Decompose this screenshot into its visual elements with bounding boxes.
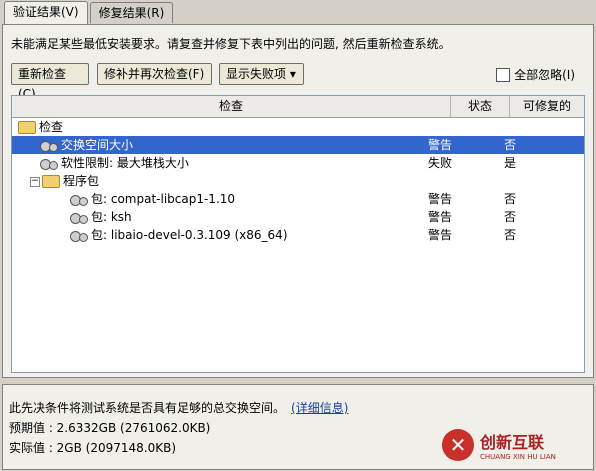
row-name-cell: 检查 xyxy=(18,118,63,136)
ignore-all-checkbox[interactable]: 全部忽略(I) xyxy=(496,66,575,83)
description-text: 此先决条件将测试系统是否具有足够的总交换空间。 xyxy=(9,401,286,415)
table-row[interactable]: − 程序包 xyxy=(12,172,584,190)
row-status: 失败 xyxy=(428,156,453,170)
folder-open-icon xyxy=(18,121,36,134)
fix-and-recheck-button[interactable]: 修补并再次检查(F) xyxy=(97,63,212,85)
expected-value: 预期值 : 2.6332GB (2761062.0KB) xyxy=(9,421,211,435)
row-name-cell: 包: ksh xyxy=(70,208,132,226)
actual-value: 实际值 : 2GB (2097148.0KB) xyxy=(9,441,177,455)
table-row[interactable]: 包: ksh 警告 否 xyxy=(12,208,584,226)
watermark-name: 创新互联 xyxy=(480,433,545,452)
table-row[interactable]: 软性限制: 最大堆栈大小 失败 是 xyxy=(12,154,584,172)
collapse-toggle-icon[interactable]: − xyxy=(30,176,40,187)
row-name-cell: 软性限制: 最大堆栈大小 xyxy=(40,154,189,172)
row-label: 软性限制: 最大堆栈大小 xyxy=(61,156,189,170)
row-name-cell: 包: compat-libcap1-1.10 xyxy=(70,190,235,208)
gears-icon xyxy=(40,140,58,152)
brand-logo-icon: ✕ xyxy=(442,429,474,461)
tab-fix-results[interactable]: 修复结果(R) xyxy=(89,2,174,23)
row-label: 交换空间大小 xyxy=(61,138,134,152)
gears-icon xyxy=(70,212,88,224)
header-status[interactable]: 状态 xyxy=(451,96,510,117)
row-name-cell: 交换空间大小 xyxy=(40,136,133,154)
details-link[interactable]: (详细信息) xyxy=(291,401,348,415)
info-message: 未能满足某些最低安装要求。请复查并修复下表中列出的问题, 然后重新检查系统。 xyxy=(11,37,451,51)
recheck-button[interactable]: 重新检查(C) xyxy=(11,63,89,101)
checkbox-box[interactable] xyxy=(496,67,511,82)
table-row[interactable]: 包: libaio-devel-0.3.109 (x86_64) 警告 否 xyxy=(12,226,584,244)
row-name-cell: − 程序包 xyxy=(30,172,99,190)
row-label: 包: compat-libcap1-1.10 xyxy=(91,192,236,206)
row-label: 包: ksh xyxy=(91,210,132,224)
folder-open-icon xyxy=(42,175,60,188)
ignore-all-label: 全部忽略(I) xyxy=(514,68,575,82)
row-fixable: 否 xyxy=(504,192,517,206)
check-description: 此先决条件将测试系统是否具有足够的总交换空间。 (详细信息) xyxy=(9,399,348,416)
row-fixable: 否 xyxy=(504,210,517,224)
gears-icon xyxy=(70,194,88,206)
row-status: 警告 xyxy=(428,228,453,242)
row-status: 警告 xyxy=(428,210,453,224)
row-fixable: 否 xyxy=(504,228,517,242)
show-failed-dropdown[interactable]: 显示失败项 ▾ xyxy=(219,63,304,85)
row-status: 警告 xyxy=(428,138,453,152)
watermark-logo: ✕ 创新互联 CHUANG XIN HU LIAN xyxy=(442,421,592,469)
table-row[interactable]: 包: compat-libcap1-1.10 警告 否 xyxy=(12,190,584,208)
table-row[interactable]: 检查 xyxy=(12,118,584,136)
watermark-subtitle: CHUANG XIN HU LIAN xyxy=(480,453,556,461)
tab-bar: 验证结果(V) 修复结果(R) xyxy=(4,1,175,24)
table-header: 检查 状态 可修复的 xyxy=(12,96,584,118)
table-row-selected[interactable]: 交换空间大小 警告 否 xyxy=(12,136,584,154)
row-fixable: 是 xyxy=(504,156,517,170)
header-fixable[interactable]: 可修复的 xyxy=(510,96,584,117)
gears-icon xyxy=(40,158,58,170)
row-label: 程序包 xyxy=(63,174,100,188)
validation-panel: 未能满足某些最低安装要求。请复查并修复下表中列出的问题, 然后重新检查系统。 重… xyxy=(2,24,594,378)
row-label: 包: libaio-devel-0.3.109 (x86_64) xyxy=(91,228,288,242)
row-status: 警告 xyxy=(428,192,453,206)
row-fixable: 否 xyxy=(504,138,517,152)
checks-tree-table[interactable]: 检查 状态 可修复的 检查 交换空间大小 警告 否 软性限制: 最大堆栈大小 失… xyxy=(11,95,585,373)
row-name-cell: 包: libaio-devel-0.3.109 (x86_64) xyxy=(70,226,288,244)
gears-icon xyxy=(70,230,88,242)
row-label: 检查 xyxy=(39,120,64,134)
header-check[interactable]: 检查 xyxy=(12,96,451,117)
tab-validation-results[interactable]: 验证结果(V) xyxy=(4,1,88,24)
